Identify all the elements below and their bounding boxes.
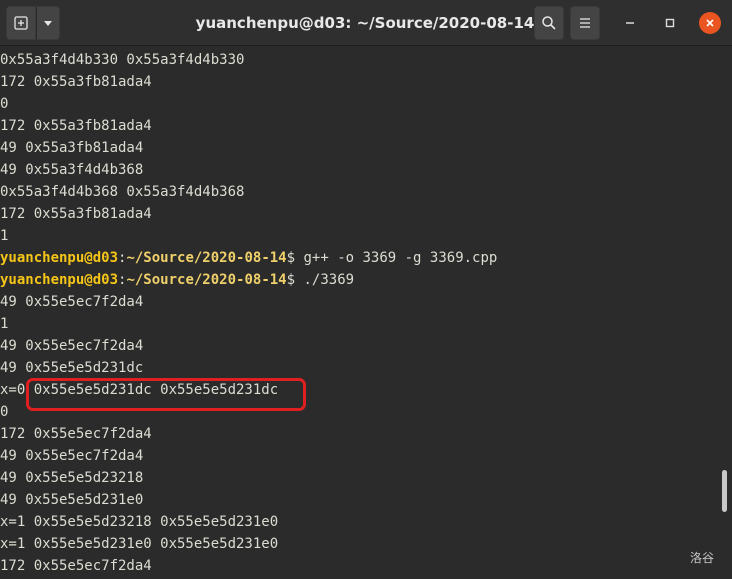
search-button[interactable] [534,6,564,40]
terminal-output-line: 49 0x55a3fb81ada4 [0,140,144,156]
terminal-output-line: 49 0x55e5ec7f2da4 [0,294,144,310]
terminal-output-line: 49 0x55e5e5d231dc [0,360,144,376]
terminal-output-line: 49 0x55e5ec7f2da4 [0,448,144,464]
terminal-output-line: 172 0x55a3fb81ada4 [0,74,152,90]
terminal-output-line: 172 0x55a3fb81ada4 [0,206,152,222]
tab-menu-button[interactable] [36,6,60,40]
maximize-icon [665,18,675,28]
menu-button[interactable] [570,6,600,40]
command-text: ./3369 [295,272,355,288]
minimize-icon [626,22,634,24]
new-tab-button[interactable] [6,6,36,40]
terminal-output-line: 49 0x55e5e5d231e0 [0,492,144,508]
scrollbar-thumb[interactable] [722,470,727,512]
terminal-output-line: 172 0x55e5ec7f2da4 [0,426,152,442]
chevron-down-icon [44,21,52,26]
highlight-annotation [26,378,306,411]
terminal-output-line: 49 0x55a3f4d4b368 [0,162,144,178]
command-text: g++ -o 3369 -g 3369.cpp [295,250,498,266]
terminal-output-line: 1 [0,228,9,244]
terminal-prompt-line: yuanchenpu@d03:~/Source/2020-08-14$ ./33… [0,269,354,291]
prompt-symbol: $ [286,250,296,266]
terminal-output-line: 172 0x55a3fb81ada4 [0,118,152,134]
terminal-prompt-line: yuanchenpu@d03:~/Source/2020-08-14$ g++ … [0,247,497,269]
prompt-path: ~/Source/2020-08-14 [126,250,287,266]
search-icon [542,16,556,30]
prompt-path: ~/Source/2020-08-14 [126,272,287,288]
terminal-output-line: 0 [0,404,9,420]
terminal-output-line: 0 [0,96,9,112]
hamburger-menu-icon [580,18,590,28]
terminal-output[interactable]: 0x55a3f4d4b330 0x55a3f4d4b330 172 0x55a3f… [0,46,720,579]
terminal-output-line: 1 [0,316,9,332]
new-tab-icon [14,16,28,30]
terminal-output-line: 49 0x55e5e5d23218 [0,470,144,486]
window-title: yuanchenpu@d03: ~/Source/2020-08-14 [195,14,535,32]
terminal-output-line: x=1 0x55e5e5d231e0 0x55e5e5d231e0 [0,536,279,552]
terminal-output-line: 172 0x55e5ec7f2da4 [0,558,152,574]
terminal-output-line: 49 0x55e5ec7f2da4 [0,338,144,354]
terminal-output-line: 0x55a3f4d4b368 0x55a3f4d4b368 [0,184,245,200]
watermark-logo: 洛谷 [690,551,715,565]
close-icon [706,19,714,27]
prompt-user-host: yuanchenpu@d03 [0,250,119,266]
maximize-button[interactable] [659,12,681,34]
prompt-symbol: $ [286,272,296,288]
close-button[interactable] [699,12,721,34]
minimize-button[interactable] [619,12,641,34]
prompt-user-host: yuanchenpu@d03 [0,272,119,288]
terminal-output-line: 0x55a3f4d4b330 0x55a3f4d4b330 [0,52,245,68]
terminal-output-line: x=1 0x55e5e5d23218 0x55e5e5d231e0 [0,514,279,530]
title-bar: yuanchenpu@d03: ~/Source/2020-08-14 [0,0,732,46]
